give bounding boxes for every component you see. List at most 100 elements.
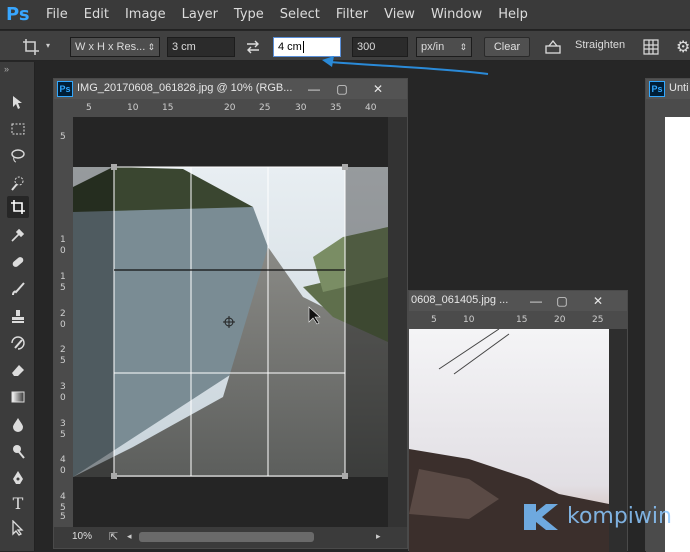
kompiwin-logo-icon (524, 504, 558, 530)
ruler-label: 25 (259, 103, 271, 113)
status-bar: 10% ⇱ ◂ ▸ (54, 527, 407, 548)
horizontal-ruler (646, 99, 690, 117)
blank-canvas[interactable] (665, 117, 690, 552)
minimize-button[interactable]: — (525, 293, 547, 309)
ruler-label: 3 5 (60, 419, 66, 440)
select-chevron-icon: ⇕ (147, 42, 155, 52)
ps-doc-icon: Ps (57, 81, 73, 97)
ruler-label: 1 0 (60, 235, 66, 256)
horizontal-scrollbar[interactable] (139, 532, 314, 542)
eyedropper-tool-icon[interactable] (7, 224, 29, 246)
document-window-3[interactable]: Ps Unti (645, 78, 690, 552)
menu-view[interactable]: View (384, 7, 415, 22)
scroll-right-icon[interactable]: ▸ (376, 531, 381, 542)
ruler-label: 2 5 (60, 345, 66, 366)
document-titlebar[interactable]: Ps Unti (646, 79, 690, 99)
document-titlebar[interactable]: 0608_061405.jpg ... — ▢ ✕ (409, 291, 627, 311)
menu-file[interactable]: File (46, 7, 68, 22)
zoom-level[interactable]: 10% (72, 531, 92, 542)
dodge-tool-icon[interactable] (7, 440, 29, 462)
close-button[interactable]: ✕ (367, 81, 389, 97)
menu-select[interactable]: Select (280, 7, 320, 22)
blur-tool-icon[interactable] (7, 413, 29, 435)
lasso-tool-icon[interactable] (7, 145, 29, 167)
crop-tool-icon[interactable] (7, 196, 29, 218)
photo-with-crop-overlay (73, 164, 388, 527)
photoshop-logo: Ps (6, 3, 30, 25)
menu-image[interactable]: Image (125, 7, 166, 22)
ruler-label: 25 (592, 315, 604, 325)
straighten-icon[interactable] (544, 39, 562, 60)
brush-tool-icon[interactable] (7, 278, 29, 300)
maximize-button[interactable]: ▢ (331, 81, 353, 97)
stamp-tool-icon[interactable] (7, 305, 29, 327)
document-window-1[interactable]: Ps IMG_20170608_061828.jpg @ 10% (RGB...… (53, 78, 408, 549)
tools-panel: » T (0, 62, 35, 551)
horizontal-ruler: 5 10 15 20 25 30 35 40 (54, 99, 407, 117)
crop-tool-icon[interactable] (22, 38, 40, 61)
ruler-label: 40 (365, 103, 377, 113)
export-icon[interactable]: ⇱ (109, 530, 118, 543)
ratio-select[interactable]: W x H x Res... ⇕ (70, 37, 160, 57)
width-field[interactable]: 3 cm (167, 37, 235, 57)
height-field-value: 4 cm (278, 41, 302, 53)
ruler-label: 10 (127, 103, 139, 113)
history-brush-tool-icon[interactable] (7, 332, 29, 354)
type-tool-icon[interactable]: T (7, 492, 29, 514)
vertical-scrollbar[interactable] (388, 117, 407, 527)
ruler-label: 10 (463, 315, 475, 325)
ruler-label: 5 (431, 315, 437, 325)
ruler-label: 5 (60, 132, 66, 142)
document-titlebar[interactable]: Ps IMG_20170608_061828.jpg @ 10% (RGB...… (54, 79, 407, 99)
move-tool-icon[interactable] (7, 91, 29, 113)
vertical-ruler (646, 117, 665, 552)
ruler-label: 3 0 (60, 382, 66, 403)
quick-selection-tool-icon[interactable] (7, 172, 29, 194)
canvas-area[interactable] (73, 117, 388, 527)
ruler-label: 2 0 (60, 309, 66, 330)
ruler-label: 30 (295, 103, 307, 113)
ruler-label: 4 0 (60, 455, 66, 476)
watermark: kompiwin (520, 500, 672, 534)
document-title: 0608_061405.jpg ... (411, 294, 509, 306)
swap-icon[interactable] (245, 40, 261, 59)
path-selection-tool-icon[interactable] (7, 517, 29, 539)
menu-bar: Ps File Edit Image Layer Type Select Fil… (0, 0, 690, 30)
scroll-left-icon[interactable]: ◂ (127, 531, 132, 542)
ps-doc-icon: Ps (649, 81, 665, 97)
marquee-tool-icon[interactable] (7, 118, 29, 140)
menu-edit[interactable]: Edit (84, 7, 109, 22)
close-button[interactable]: ✕ (587, 293, 609, 309)
menu-filter[interactable]: Filter (336, 7, 368, 22)
collapse-toolbar-icon[interactable]: » (4, 64, 9, 74)
menu-help[interactable]: Help (498, 7, 528, 22)
healing-brush-tool-icon[interactable] (7, 251, 29, 273)
menu-type[interactable]: Type (234, 7, 264, 22)
pen-tool-icon[interactable] (7, 467, 29, 489)
document-title: Unti (669, 82, 689, 94)
annotation-arrow (322, 56, 489, 75)
watermark-text: kompiwin (567, 504, 672, 529)
maximize-button[interactable]: ▢ (551, 293, 573, 309)
ruler-label: 15 (516, 315, 528, 325)
grid-overlay-icon[interactable] (643, 39, 659, 60)
menu-layer[interactable]: Layer (182, 7, 218, 22)
eraser-tool-icon[interactable] (7, 359, 29, 381)
menu-window[interactable]: Window (431, 7, 482, 22)
horizontal-ruler: 5 10 15 20 25 (409, 311, 627, 329)
vertical-ruler: 5 1 0 1 5 2 0 2 5 3 0 3 5 4 0 4 5 5 (54, 117, 73, 527)
minimize-button[interactable]: — (303, 81, 325, 97)
ruler-label: 5 (86, 103, 92, 113)
ruler-label: 4 5 (60, 492, 66, 513)
ratio-select-value: W x H x Res... (75, 41, 146, 53)
ruler-label: 20 (554, 315, 566, 325)
gradient-tool-icon[interactable] (7, 386, 29, 408)
ruler-label: 35 (330, 103, 342, 113)
ruler-label: 15 (162, 103, 174, 113)
settings-gear-icon[interactable]: ⚙ (676, 37, 690, 57)
straighten-label[interactable]: Straighten (575, 39, 625, 51)
ruler-label: 1 5 (60, 272, 66, 293)
tool-preset-chevron-icon[interactable]: ▾ (46, 41, 50, 50)
ruler-label: 5 (60, 512, 66, 522)
document-title: IMG_20170608_061828.jpg @ 10% (RGB... (77, 82, 293, 94)
